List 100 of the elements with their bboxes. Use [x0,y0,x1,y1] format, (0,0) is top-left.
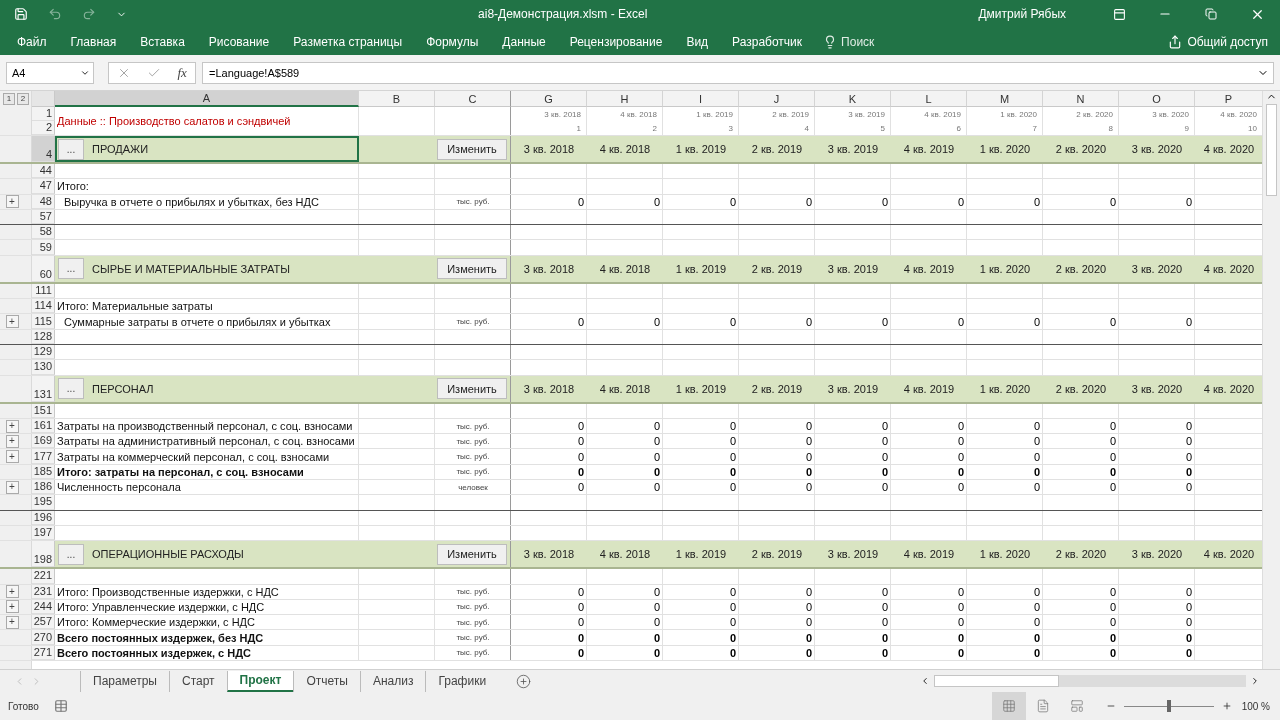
sheet-tab[interactable]: Графики [425,670,499,692]
value-cell: 0 [805,600,812,613]
ribbon-tab[interactable]: Вид [677,28,718,55]
unit-label: тыс. руб. [456,421,490,431]
column-header[interactable]: J [739,91,815,107]
expand-button[interactable]: + [5,450,19,464]
value-cell: 0 [1185,420,1192,432]
column-header[interactable]: A [55,91,359,107]
zoom-thumb[interactable] [1166,700,1171,712]
column-header[interactable]: O [1119,91,1195,107]
edit-button[interactable]: Изменить [437,258,507,280]
value-cell: 0 [653,600,660,613]
insert-function-button[interactable]: fx [177,64,187,81]
value-cell: 0 [577,450,584,463]
edit-button[interactable]: Изменить [437,378,507,400]
quarter-label: 4 кв. 2018 [599,382,651,395]
row-label: Итого: Коммерческие издержки, с НДС [56,616,255,629]
undo-icon[interactable] [48,7,62,21]
scroll-right-icon[interactable] [1250,676,1260,686]
sheet-tab[interactable]: Параметры [80,670,169,692]
expand-button[interactable]: + [5,600,19,614]
zoom-in-icon[interactable] [1221,701,1232,711]
column-header[interactable]: M [967,91,1043,107]
unit-label: человек [458,482,488,492]
outline-level-button[interactable]: 2 [17,93,29,105]
column-header[interactable]: H [587,91,663,107]
column-header[interactable]: K [815,91,891,107]
expand-button[interactable]: + [5,315,19,328]
search-button[interactable]: Поиск [817,34,881,49]
more-button[interactable]: ... [58,378,84,400]
quarter-label: 4 кв. 2019 [903,262,955,275]
row-number: 221 [32,569,55,584]
ribbon-tab[interactable]: Вставка [131,28,194,55]
quarter-label: 1 кв. 2019 [675,262,727,275]
value-cell: 0 [805,195,812,208]
name-box[interactable]: A4 [6,61,94,84]
expand-button[interactable]: + [5,615,19,629]
add-sheet-button[interactable] [516,673,532,689]
value-cell: 0 [957,450,964,463]
formula-field[interactable]: =Language!A$589 [202,61,1274,84]
row-number: 4 [32,136,55,162]
expand-button[interactable]: + [5,480,19,494]
value-cell: 0 [805,631,812,644]
column-header[interactable]: G [511,91,587,107]
expand-button[interactable]: + [5,434,19,448]
ribbon-tab[interactable]: Рисование [199,28,279,55]
edit-button[interactable]: Изменить [437,543,507,565]
scroll-left-icon[interactable] [920,676,930,686]
cell-selection[interactable]: ... ПРОДАЖИ [55,136,359,162]
ribbon-tab[interactable]: Главная [61,28,126,55]
share-button[interactable]: Общий доступ [1162,33,1274,50]
scrollbar-thumb[interactable] [1266,104,1277,196]
unit-label: тыс. руб. [456,587,490,597]
ribbon-tab[interactable]: Разметка страницы [284,28,412,55]
column-header[interactable]: N [1043,91,1119,107]
edit-button[interactable]: Изменить [437,138,507,160]
column-header[interactable]: P [1195,91,1262,107]
quarter-label: 1 кв. 2019 [675,548,727,561]
ribbon-tab[interactable]: Разработчик [723,28,812,55]
column-header[interactable]: C [435,91,511,107]
value-cell: 0 [653,585,660,598]
row-number: 257 [32,615,55,630]
quarter-label: 2 кв. 2019 [772,109,809,119]
row-number: 1 [32,107,55,121]
expand-button[interactable]: + [5,585,19,599]
quarter-label: 3 кв. 2020 [1131,382,1183,395]
row-number: 131 [32,375,55,402]
column-header[interactable]: B [359,91,435,107]
row-label: Суммарные затраты в отчете о прибылях и убытках [63,315,331,328]
expand-button[interactable]: + [5,419,19,433]
ribbon-tab[interactable]: Рецензирование [560,28,672,55]
value-cell: 0 [1033,465,1040,478]
sheet-tab[interactable]: Отчеты [293,670,360,692]
sheet-tab[interactable]: Проект [226,670,294,692]
scrollbar-thumb[interactable] [934,675,1059,687]
ribbon-tab[interactable]: Формулы [417,28,488,55]
value-cell: 0 [805,481,812,494]
select-all-corner[interactable] [32,91,55,107]
value-cell: 0 [729,616,736,629]
column-header[interactable]: I [663,91,739,107]
more-button[interactable]: ... [58,543,84,565]
row-number: 47 [32,179,55,194]
expand-button[interactable]: + [5,195,19,209]
save-icon[interactable] [14,7,28,21]
quarter-label: 3 кв. 2019 [827,143,879,155]
ribbon-tab[interactable]: Файл [8,28,56,55]
more-button[interactable]: ... [58,138,84,160]
sheet-tab[interactable]: Старт [168,670,227,692]
ribbon-tab[interactable]: Данные [493,28,555,55]
quarter-label: 3 кв. 2018 [544,109,581,119]
column-header[interactable]: L [891,91,967,107]
more-button[interactable]: ... [58,258,84,280]
outline-level-button[interactable]: 1 [3,93,15,105]
value-cell: 0 [957,481,964,494]
value-cell: 0 [881,481,888,494]
redo-icon[interactable] [82,7,96,21]
quarter-label: 4 кв. 2020 [1203,548,1255,561]
row-label: Итого: Материальные затраты [56,300,213,313]
view-button[interactable] [991,692,1026,720]
sheet-tab[interactable]: Анализ [359,670,426,692]
